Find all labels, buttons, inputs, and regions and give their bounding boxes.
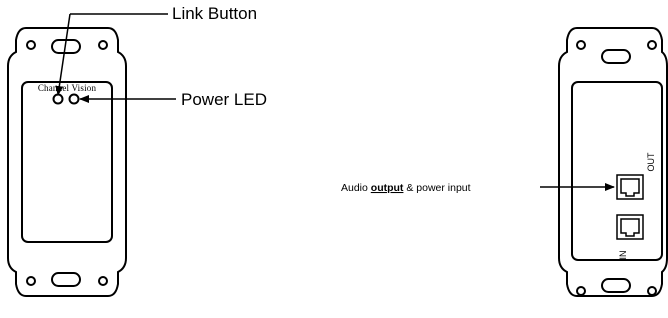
audio-output-emphasis: output — [371, 182, 404, 194]
audio-output-callout: Audio output & power input — [341, 182, 471, 194]
front-plate — [21, 81, 113, 243]
front-mounting-strap — [7, 27, 127, 297]
link-button — [52, 93, 64, 105]
rear-bottom-slot — [601, 278, 631, 293]
rear-top-slot — [601, 49, 631, 64]
out-port-label: OUT — [646, 152, 656, 172]
power-led-label: Power LED — [181, 90, 267, 109]
front-panel — [7, 27, 127, 297]
audio-output-prefix: Audio — [341, 182, 371, 194]
rear-bottom-right-screw-hole — [647, 286, 657, 296]
front-top-left-screw-hole — [26, 40, 36, 50]
in-port-label: IN — [618, 251, 628, 260]
rear-top-left-screw-hole — [576, 40, 586, 50]
front-bottom-right-screw-hole — [98, 276, 108, 286]
front-bottom-slot — [51, 272, 81, 287]
rj45-in-port — [616, 214, 644, 240]
front-bottom-left-screw-hole — [26, 276, 36, 286]
wall-plate-diagram: Channel Vision Link Button Power LED OUT… — [7, 4, 668, 297]
rj45-out-port — [616, 174, 644, 200]
link-button-label: Link Button — [172, 4, 257, 23]
power-led — [68, 93, 80, 105]
brand-logo: Channel Vision — [38, 83, 97, 93]
audio-output-suffix: & power input — [403, 182, 470, 194]
front-top-right-screw-hole — [98, 40, 108, 50]
rear-bottom-left-screw-hole — [576, 286, 586, 296]
rear-top-right-screw-hole — [647, 40, 657, 50]
